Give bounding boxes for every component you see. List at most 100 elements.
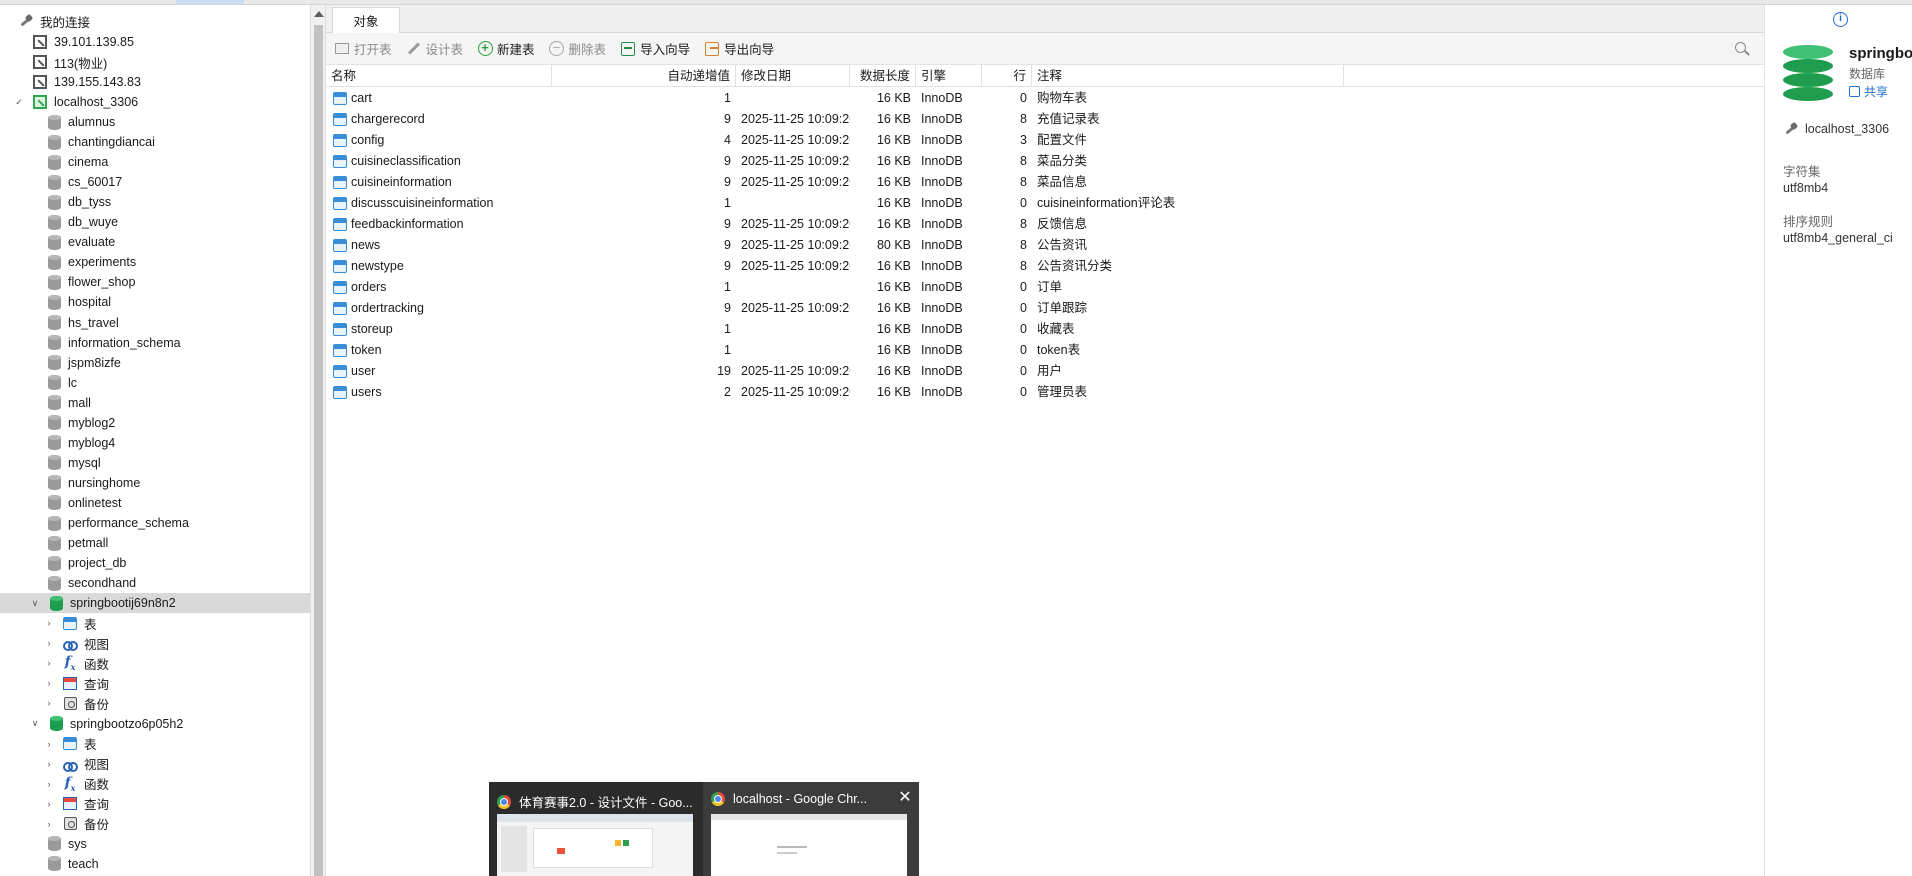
tree-database-item[interactable]: myblog2 bbox=[0, 413, 310, 433]
tree-database-open[interactable]: ∨ springbootzo6p05h2 bbox=[0, 714, 310, 734]
chevron-right-icon[interactable]: › bbox=[44, 658, 54, 668]
chevron-right-icon[interactable]: › bbox=[44, 799, 54, 809]
chevron-down-icon[interactable]: ∨ bbox=[30, 718, 40, 729]
chevron-right-icon[interactable]: › bbox=[44, 779, 54, 789]
cell-name: storeup bbox=[326, 319, 552, 340]
tree-database-item[interactable]: chantingdiancai bbox=[0, 132, 310, 152]
table-row[interactable]: news 9 2025-11-25 10:09:20 80 KB InnoDB 8 公告资讯 bbox=[326, 235, 1764, 256]
column-header-auto-increment[interactable]: 自动递增值 bbox=[552, 65, 736, 87]
tree-database-item[interactable]: evaluate bbox=[0, 232, 310, 252]
tree-database-item[interactable]: secondhand bbox=[0, 573, 310, 593]
column-header-name[interactable]: 名称 bbox=[326, 65, 552, 87]
tree-database-item[interactable]: information_schema bbox=[0, 333, 310, 353]
tree-object-group[interactable]: › 视图 bbox=[0, 633, 310, 653]
table-row[interactable]: config 4 2025-11-25 10:09:20 16 KB InnoDB 3 配置… bbox=[326, 130, 1764, 151]
chevron-right-icon[interactable]: › bbox=[44, 739, 54, 749]
table-row[interactable]: newstype 9 2025-11-25 10:09:20 16 KB InnoDB 8… bbox=[326, 256, 1764, 277]
tree-object-group[interactable]: › 表 bbox=[0, 613, 310, 633]
tree-object-group[interactable]: › 查询 bbox=[0, 673, 310, 693]
tree-object-group[interactable]: › 备份 bbox=[0, 693, 310, 713]
delete-table-label: 删除表 bbox=[568, 43, 607, 57]
table-row[interactable]: users 2 2025-11-25 10:09:20 16 KB InnoDB 0 管理员… bbox=[326, 382, 1764, 403]
table-row[interactable]: ordertracking 9 2025-11-25 10:09:20 16 KB In… bbox=[326, 298, 1764, 319]
tree-object-group[interactable]: › 表 bbox=[0, 734, 310, 754]
column-header-rows[interactable]: 行 bbox=[982, 65, 1032, 87]
table-row[interactable]: feedbackinformation 9 2025-11-25 10:09:20 1… bbox=[326, 214, 1764, 235]
column-header-modified[interactable]: 修改日期 bbox=[736, 65, 850, 87]
chevron-down-icon[interactable]: ✓ bbox=[14, 97, 24, 107]
table-row[interactable]: cuisineinformation 9 2025-11-25 10:09:20 16… bbox=[326, 172, 1764, 193]
tree-database-item[interactable]: cs_60017 bbox=[0, 172, 310, 192]
tree-database-item[interactable]: db_tyss bbox=[0, 192, 310, 212]
chevron-down-icon[interactable]: ∨ bbox=[30, 598, 40, 608]
tree-database-item[interactable]: lc bbox=[0, 373, 310, 393]
cell-name: cuisineclassification bbox=[326, 151, 552, 172]
new-table-button[interactable]: + 新建表 bbox=[477, 39, 535, 58]
tree-database-item[interactable]: mysql bbox=[0, 453, 310, 473]
tree-database-item[interactable]: experiments bbox=[0, 252, 310, 272]
table-row[interactable]: user 19 2025-11-25 10:09:20 16 KB InnoDB 0 用户 bbox=[326, 361, 1764, 382]
taskbar-preview-item-active[interactable]: localhost - Google Chr... ✕ bbox=[703, 782, 919, 876]
close-icon[interactable]: ✕ bbox=[897, 790, 913, 806]
tree-object-group[interactable]: › 备份 bbox=[0, 814, 310, 834]
info-icon[interactable]: i bbox=[1833, 12, 1848, 27]
tree-object-group[interactable]: › 视图 bbox=[0, 754, 310, 774]
table-row[interactable]: cart 1 16 KB InnoDB 0 购物车表 bbox=[326, 88, 1764, 109]
tree-connection-item[interactable]: 113(物业) bbox=[0, 52, 310, 72]
sidebar-scrollbar[interactable] bbox=[310, 5, 326, 876]
tree-object-group[interactable]: › fx 函数 bbox=[0, 774, 310, 794]
tree-database-item[interactable]: petmall bbox=[0, 533, 310, 553]
column-header-comment[interactable]: 注释 bbox=[1032, 65, 1344, 87]
scrollbar-thumb[interactable] bbox=[314, 25, 323, 876]
tree-database-item[interactable]: alumnus bbox=[0, 112, 310, 132]
import-wizard-button[interactable]: 导入向导 bbox=[620, 39, 690, 58]
chevron-right-icon[interactable]: › bbox=[44, 698, 54, 708]
tree-database-item[interactable]: teach bbox=[0, 854, 310, 874]
chevron-right-icon[interactable]: › bbox=[44, 759, 54, 769]
tree-database-item[interactable]: hospital bbox=[0, 292, 310, 312]
tree-root-my-connections[interactable]: 我的连接 bbox=[0, 11, 310, 31]
chevron-right-icon[interactable]: › bbox=[44, 678, 54, 688]
tree-database-item[interactable]: cinema bbox=[0, 152, 310, 172]
table-row[interactable]: token 1 16 KB InnoDB 0 token表 bbox=[326, 340, 1764, 361]
tab-objects[interactable]: 对象 bbox=[332, 7, 400, 33]
delete-table-button[interactable]: − 删除表 bbox=[549, 39, 607, 58]
table-row[interactable]: cuisineclassification 9 2025-11-25 10:09:2… bbox=[326, 151, 1764, 172]
tree-database-item[interactable]: onlinetest bbox=[0, 493, 310, 513]
share-link[interactable]: 共享 bbox=[1849, 83, 1888, 100]
tree-database-item[interactable]: hs_travel bbox=[0, 313, 310, 333]
tree-connection-item[interactable]: 139.155.143.83 bbox=[0, 72, 310, 92]
taskbar-preview-item[interactable]: 体育赛事2.0 - 设计文件 - Goo... bbox=[489, 782, 703, 876]
tree-connection-item[interactable]: 39.101.139.85 bbox=[0, 32, 310, 52]
tree-connection-localhost[interactable]: ✓ localhost_3306 bbox=[0, 92, 310, 112]
table-row[interactable]: orders 1 16 KB InnoDB 0 订单 bbox=[326, 277, 1764, 298]
tree-database-item[interactable]: jspm8izfe bbox=[0, 353, 310, 373]
tree-database-item[interactable]: nursinghome bbox=[0, 473, 310, 493]
table-row[interactable]: storeup 1 16 KB InnoDB 0 收藏表 bbox=[326, 319, 1764, 340]
chevron-right-icon[interactable]: › bbox=[44, 638, 54, 648]
column-header-engine[interactable]: 引擎 bbox=[916, 65, 982, 87]
table-row[interactable]: discusscuisineinformation 1 16 KB InnoDB 0 cu… bbox=[326, 193, 1764, 214]
tree-database-item[interactable]: db_wuye bbox=[0, 212, 310, 232]
chevron-right-icon[interactable]: › bbox=[44, 819, 54, 829]
tree-database-open[interactable]: ∨ springbootij69n8n2 bbox=[0, 593, 310, 614]
tree-database-item[interactable]: sys bbox=[0, 834, 310, 854]
scroll-up-icon[interactable] bbox=[314, 11, 324, 17]
table-name-label: token bbox=[351, 343, 382, 357]
tree-database-item[interactable]: myblog4 bbox=[0, 433, 310, 453]
table-row[interactable]: chargerecord 9 2025-11-25 10:09:20 16 KB Inn… bbox=[326, 109, 1764, 130]
export-wizard-button[interactable]: 导出向导 bbox=[704, 39, 774, 58]
tree-object-group[interactable]: › fx 函数 bbox=[0, 653, 310, 673]
database-icon bbox=[46, 415, 62, 431]
tree-database-item[interactable]: mall bbox=[0, 393, 310, 413]
open-table-button[interactable]: 打开表 bbox=[334, 39, 392, 58]
tree-database-item[interactable]: project_db bbox=[0, 553, 310, 573]
tree-object-group[interactable]: › 查询 bbox=[0, 794, 310, 814]
tree-database-item[interactable]: flower_shop bbox=[0, 272, 310, 292]
cell-auto: 2 bbox=[724, 385, 731, 399]
chevron-right-icon[interactable]: › bbox=[44, 618, 54, 628]
search-icon[interactable] bbox=[1734, 41, 1750, 57]
column-header-data-length[interactable]: 数据长度 bbox=[850, 65, 916, 87]
tree-database-item[interactable]: performance_schema bbox=[0, 513, 310, 533]
design-table-button[interactable]: 设计表 bbox=[406, 39, 463, 58]
